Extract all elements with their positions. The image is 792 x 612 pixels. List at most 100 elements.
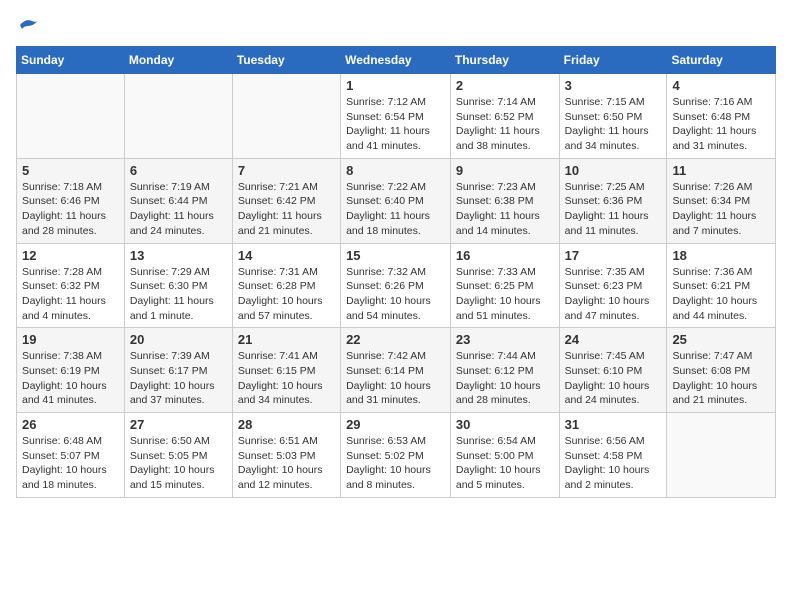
calendar-week-row: 5Sunrise: 7:18 AM Sunset: 6:46 PM Daylig…: [17, 158, 776, 243]
day-number: 20: [130, 332, 227, 347]
calendar-day-cell: 7 Sunrise: 7:21 AM Sunset: 6:42 PM Daylig…: [232, 158, 340, 243]
calendar-header-wednesday: Wednesday: [341, 47, 451, 74]
day-number: 12: [22, 248, 119, 263]
calendar-day-cell: 12 Sunrise: 7:28 AM Sunset: 6:32 PM Dayli…: [17, 243, 125, 328]
day-info: Sunrise: 7:36 AM Sunset: 6:21 PM Dayligh…: [672, 265, 770, 324]
calendar-day-cell: 26 Sunrise: 6:48 AM Sunset: 5:07 PM Dayli…: [17, 413, 125, 498]
day-info: Sunrise: 7:44 AM Sunset: 6:12 PM Dayligh…: [456, 349, 554, 408]
day-info: Sunrise: 6:48 AM Sunset: 5:07 PM Dayligh…: [22, 434, 119, 493]
calendar-day-cell: 3Sunrise: 7:15 AM Sunset: 6:50 PM Daylig…: [559, 74, 667, 159]
day-info: Sunrise: 6:51 AM Sunset: 5:03 PM Dayligh…: [238, 434, 335, 493]
day-info: Sunrise: 7:19 AM Sunset: 6:44 PM Dayligh…: [130, 180, 227, 239]
day-number: 21: [238, 332, 335, 347]
day-number: 7: [238, 163, 335, 178]
day-info: Sunrise: 7:23 AM Sunset: 6:38 PM Dayligh…: [456, 180, 554, 239]
day-number: 13: [130, 248, 227, 263]
calendar-header-sunday: Sunday: [17, 47, 125, 74]
day-number: 23: [456, 332, 554, 347]
calendar-day-cell: 15 Sunrise: 7:32 AM Sunset: 6:26 PM Dayli…: [341, 243, 451, 328]
calendar-day-cell: 19 Sunrise: 7:38 AM Sunset: 6:19 PM Dayli…: [17, 328, 125, 413]
calendar-day-cell: 16 Sunrise: 7:33 AM Sunset: 6:25 PM Dayli…: [450, 243, 559, 328]
page-header: [16, 16, 776, 34]
day-number: 26: [22, 417, 119, 432]
day-number: 18: [672, 248, 770, 263]
calendar-day-cell: 22 Sunrise: 7:42 AM Sunset: 6:14 PM Dayli…: [341, 328, 451, 413]
day-number: 22: [346, 332, 445, 347]
day-number: 29: [346, 417, 445, 432]
calendar-day-cell: 17Sunrise: 7:35 AM Sunset: 6:23 PM Dayli…: [559, 243, 667, 328]
calendar-day-cell: 11 Sunrise: 7:26 AM Sunset: 6:34 PM Dayli…: [667, 158, 776, 243]
calendar-day-cell: [232, 74, 340, 159]
day-info: Sunrise: 6:54 AM Sunset: 5:00 PM Dayligh…: [456, 434, 554, 493]
day-number: 19: [22, 332, 119, 347]
day-info: Sunrise: 6:53 AM Sunset: 5:02 PM Dayligh…: [346, 434, 445, 493]
day-info: Sunrise: 7:47 AM Sunset: 6:08 PM Dayligh…: [672, 349, 770, 408]
day-number: 5: [22, 163, 119, 178]
day-info: Sunrise: 7:38 AM Sunset: 6:19 PM Dayligh…: [22, 349, 119, 408]
day-number: 24: [565, 332, 662, 347]
calendar-header-saturday: Saturday: [667, 47, 776, 74]
calendar-day-cell: 6 Sunrise: 7:19 AM Sunset: 6:44 PM Daylig…: [124, 158, 232, 243]
calendar-day-cell: 2Sunrise: 7:14 AM Sunset: 6:52 PM Daylig…: [450, 74, 559, 159]
day-number: 2: [456, 78, 554, 93]
calendar-day-cell: 8Sunrise: 7:22 AM Sunset: 6:40 PM Daylig…: [341, 158, 451, 243]
day-number: 14: [238, 248, 335, 263]
day-number: 4: [672, 78, 770, 93]
logo: [16, 16, 40, 34]
day-info: Sunrise: 7:41 AM Sunset: 6:15 PM Dayligh…: [238, 349, 335, 408]
calendar-day-cell: 25Sunrise: 7:47 AM Sunset: 6:08 PM Dayli…: [667, 328, 776, 413]
calendar-day-cell: 31 Sunrise: 6:56 AM Sunset: 4:58 PM Dayli…: [559, 413, 667, 498]
calendar-table: SundayMondayTuesdayWednesdayThursdayFrid…: [16, 46, 776, 498]
calendar-week-row: 1 Sunrise: 7:12 AM Sunset: 6:54 PM Daylig…: [17, 74, 776, 159]
calendar-header-thursday: Thursday: [450, 47, 559, 74]
calendar-day-cell: 21 Sunrise: 7:41 AM Sunset: 6:15 PM Dayli…: [232, 328, 340, 413]
calendar-header-monday: Monday: [124, 47, 232, 74]
day-info: Sunrise: 7:28 AM Sunset: 6:32 PM Dayligh…: [22, 265, 119, 324]
calendar-day-cell: [667, 413, 776, 498]
calendar-week-row: 19 Sunrise: 7:38 AM Sunset: 6:19 PM Dayli…: [17, 328, 776, 413]
day-number: 6: [130, 163, 227, 178]
calendar-day-cell: 5Sunrise: 7:18 AM Sunset: 6:46 PM Daylig…: [17, 158, 125, 243]
day-number: 3: [565, 78, 662, 93]
day-info: Sunrise: 7:26 AM Sunset: 6:34 PM Dayligh…: [672, 180, 770, 239]
day-number: 8: [346, 163, 445, 178]
day-info: Sunrise: 7:21 AM Sunset: 6:42 PM Dayligh…: [238, 180, 335, 239]
calendar-day-cell: [17, 74, 125, 159]
calendar-week-row: 12 Sunrise: 7:28 AM Sunset: 6:32 PM Dayli…: [17, 243, 776, 328]
day-number: 1: [346, 78, 445, 93]
calendar-week-row: 26 Sunrise: 6:48 AM Sunset: 5:07 PM Dayli…: [17, 413, 776, 498]
logo-bird-icon: [18, 16, 40, 34]
calendar-day-cell: [124, 74, 232, 159]
day-number: 31: [565, 417, 662, 432]
day-info: Sunrise: 7:39 AM Sunset: 6:17 PM Dayligh…: [130, 349, 227, 408]
calendar-day-cell: 29 Sunrise: 6:53 AM Sunset: 5:02 PM Dayli…: [341, 413, 451, 498]
calendar-day-cell: 28 Sunrise: 6:51 AM Sunset: 5:03 PM Dayli…: [232, 413, 340, 498]
calendar-header-row: SundayMondayTuesdayWednesdayThursdayFrid…: [17, 47, 776, 74]
calendar-header-friday: Friday: [559, 47, 667, 74]
day-info: Sunrise: 7:42 AM Sunset: 6:14 PM Dayligh…: [346, 349, 445, 408]
day-number: 28: [238, 417, 335, 432]
day-info: Sunrise: 7:31 AM Sunset: 6:28 PM Dayligh…: [238, 265, 335, 324]
calendar-day-cell: 20 Sunrise: 7:39 AM Sunset: 6:17 PM Dayli…: [124, 328, 232, 413]
day-info: Sunrise: 6:56 AM Sunset: 4:58 PM Dayligh…: [565, 434, 662, 493]
calendar-day-cell: 14 Sunrise: 7:31 AM Sunset: 6:28 PM Dayli…: [232, 243, 340, 328]
day-number: 17: [565, 248, 662, 263]
day-number: 15: [346, 248, 445, 263]
day-info: Sunrise: 7:32 AM Sunset: 6:26 PM Dayligh…: [346, 265, 445, 324]
day-number: 10: [565, 163, 662, 178]
day-info: Sunrise: 7:45 AM Sunset: 6:10 PM Dayligh…: [565, 349, 662, 408]
day-number: 16: [456, 248, 554, 263]
calendar-day-cell: 4 Sunrise: 7:16 AM Sunset: 6:48 PM Daylig…: [667, 74, 776, 159]
day-info: Sunrise: 7:33 AM Sunset: 6:25 PM Dayligh…: [456, 265, 554, 324]
day-number: 9: [456, 163, 554, 178]
day-info: Sunrise: 7:16 AM Sunset: 6:48 PM Dayligh…: [672, 95, 770, 154]
calendar-day-cell: 13Sunrise: 7:29 AM Sunset: 6:30 PM Dayli…: [124, 243, 232, 328]
day-info: Sunrise: 7:25 AM Sunset: 6:36 PM Dayligh…: [565, 180, 662, 239]
calendar-day-cell: 9 Sunrise: 7:23 AM Sunset: 6:38 PM Daylig…: [450, 158, 559, 243]
day-number: 30: [456, 417, 554, 432]
day-number: 11: [672, 163, 770, 178]
calendar-day-cell: 24 Sunrise: 7:45 AM Sunset: 6:10 PM Dayli…: [559, 328, 667, 413]
calendar-day-cell: 10 Sunrise: 7:25 AM Sunset: 6:36 PM Dayli…: [559, 158, 667, 243]
day-info: Sunrise: 7:12 AM Sunset: 6:54 PM Dayligh…: [346, 95, 445, 154]
calendar-day-cell: 1 Sunrise: 7:12 AM Sunset: 6:54 PM Daylig…: [341, 74, 451, 159]
